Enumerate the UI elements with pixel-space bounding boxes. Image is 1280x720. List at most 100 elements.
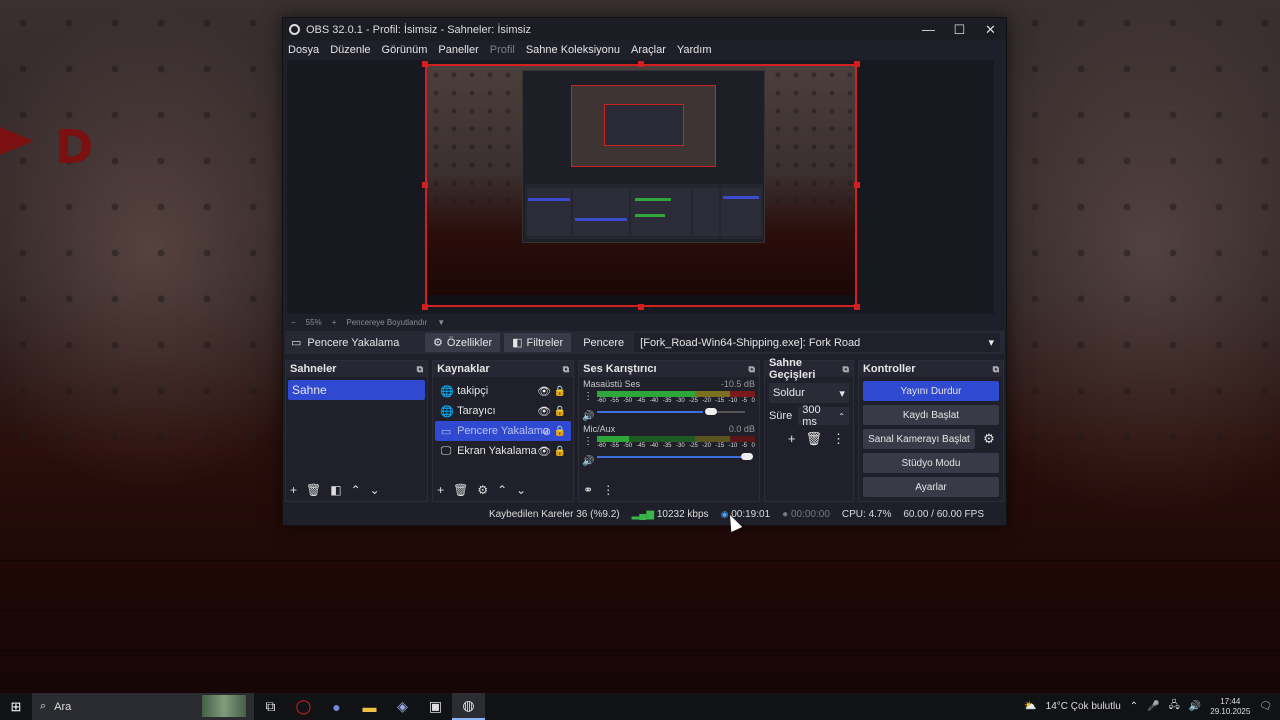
undock-icon[interactable]: ⧉ [417, 364, 423, 375]
add-icon[interactable]: + [437, 483, 444, 497]
chevron-down-icon[interactable]: ▼ [437, 318, 445, 327]
chevron-up-icon[interactable]: ⌃ [351, 483, 361, 497]
transition-select[interactable]: Soldur ▾ [768, 383, 849, 403]
task-view-icon[interactable]: ⧉ [254, 693, 287, 720]
discord-icon[interactable]: ● [320, 693, 353, 720]
eye-icon[interactable]: 👁 [537, 405, 551, 418]
docks-row: Sahneler ⧉ Sahne + 🗑 ◧ ⌃ ⌄ Kaynaklar ⧉ � [285, 357, 1004, 502]
resize-handle[interactable] [854, 61, 860, 67]
link-icon[interactable]: ⚭ [583, 483, 593, 497]
kebab-menu-icon[interactable]: ⋮ [583, 391, 593, 402]
kebab-menu-icon[interactable]: ⋮ [583, 436, 593, 447]
filter-icon: ◧ [512, 337, 523, 349]
stop-stream-button[interactable]: Yayını Durdur [862, 381, 999, 401]
resize-handle[interactable] [422, 61, 428, 67]
game-app-icon[interactable]: ▣ [419, 693, 452, 720]
kebab-menu-icon[interactable]: ⋮ [602, 483, 614, 497]
duration-spinbox[interactable]: 300 ms ⌃ [798, 404, 849, 428]
steam-icon[interactable]: ◈ [386, 693, 419, 720]
spin-arrows-icon[interactable]: ⌃ [838, 412, 845, 421]
speaker-icon[interactable]: 🔊 [582, 456, 594, 467]
opera-icon[interactable]: ◯ [287, 693, 320, 720]
menu-profil[interactable]: Profil [490, 44, 515, 56]
resize-handle[interactable] [422, 182, 428, 188]
weather-text[interactable]: 14°C Çok bulutlu [1046, 701, 1121, 712]
zoom-in-button[interactable]: + [332, 318, 337, 327]
microphone-icon[interactable]: 🎤 [1147, 701, 1159, 712]
meter-ticks: -60 -55 -50 -45 -40 -35 -30 -25 -20 -15 -10 -5 0 [597, 443, 755, 449]
zoom-out-button[interactable]: − [291, 318, 296, 327]
source-item[interactable]: 🌐 Tarayıcı 👁 🔒 [435, 401, 571, 421]
chevron-up-icon[interactable]: ⌃ [1130, 701, 1138, 712]
network-icon[interactable]: 🖧 [1169, 698, 1180, 715]
taskbar-search[interactable]: ⌕ Ara [32, 693, 254, 720]
globe-icon: 🌐 [440, 405, 454, 418]
lock-icon[interactable]: 🔒 [554, 406, 566, 417]
filter-icon[interactable]: ◧ [330, 483, 341, 497]
resize-handle[interactable] [422, 304, 428, 310]
virtual-cam-button[interactable]: Sanal Kamerayı Başlat [862, 429, 975, 449]
lock-icon[interactable]: 🔒 [554, 446, 566, 457]
chevron-up-icon[interactable]: ⌃ [497, 483, 507, 497]
preview-area[interactable] [287, 60, 994, 314]
source-item[interactable]: 🖵 Ekran Yakalama 👁 🔒 [435, 441, 571, 461]
resize-handle[interactable] [854, 182, 860, 188]
menu-yardim[interactable]: Yardım [677, 44, 712, 56]
undock-icon[interactable]: ⧉ [563, 364, 569, 375]
volume-slider[interactable] [597, 406, 755, 418]
eye-slash-icon[interactable]: ⊘ [542, 425, 551, 438]
menu-dosya[interactable]: Dosya [288, 44, 319, 56]
eye-icon[interactable]: 👁 [537, 385, 551, 398]
close-button[interactable]: ✕ [975, 18, 1006, 41]
resize-handle[interactable] [854, 304, 860, 310]
kebab-menu-icon[interactable]: ⋮ [832, 431, 845, 447]
chevron-down-icon[interactable]: ⌄ [516, 483, 526, 497]
gear-icon[interactable]: ⚙ [979, 431, 999, 447]
context-source: ▭ Pencere Yakalama [285, 336, 425, 350]
undock-icon[interactable]: ⧉ [993, 364, 999, 375]
resize-handle[interactable] [638, 61, 644, 67]
start-record-button[interactable]: Kaydı Başlat [862, 405, 999, 425]
menu-duzenle[interactable]: Düzenle [330, 44, 370, 56]
gear-icon[interactable]: ⚙ [477, 483, 488, 497]
file-explorer-icon[interactable]: ▬ [353, 693, 386, 720]
properties-button[interactable]: ⚙ Özellikler [425, 333, 501, 352]
eye-icon[interactable]: 👁 [537, 445, 551, 458]
volume-icon[interactable]: 🔊 [1189, 701, 1201, 712]
lock-icon[interactable]: 🔒 [554, 386, 566, 397]
source-item[interactable]: 🌐 takipçi 👁 🔒 [435, 381, 571, 401]
speaker-icon[interactable]: 🔊 [582, 411, 594, 422]
duration-value: 300 ms [802, 404, 821, 428]
menu-paneller[interactable]: Paneller [438, 44, 478, 56]
window-select[interactable]: [Fork_Road-Win64-Shipping.exe]: Fork Roa… [634, 333, 1000, 352]
add-icon[interactable]: + [290, 483, 297, 497]
filters-button[interactable]: ◧ Filtreler [504, 333, 572, 352]
settings-button[interactable]: Ayarlar [862, 477, 999, 497]
trash-icon[interactable]: 🗑 [805, 431, 822, 447]
trash-icon[interactable]: 🗑 [453, 483, 468, 497]
notification-icon[interactable]: 🗨 [1259, 701, 1272, 712]
lock-icon[interactable]: 🔒 [554, 426, 566, 437]
filters-label: Filtreler [526, 336, 564, 349]
gear-icon: ⚙ [433, 337, 443, 349]
trash-icon[interactable]: 🗑 [306, 483, 321, 497]
volume-slider[interactable] [597, 451, 755, 463]
minimize-button[interactable]: — [913, 18, 944, 41]
fit-to-window-button[interactable]: Pencereye Boyutlandır [346, 318, 427, 327]
obs-taskbar-icon[interactable]: ◍ [452, 693, 485, 720]
undock-icon[interactable]: ⧉ [749, 364, 755, 375]
menu-araclar[interactable]: Araçlar [631, 44, 666, 56]
scene-item[interactable]: Sahne [288, 380, 426, 400]
resize-handle[interactable] [638, 304, 644, 310]
menu-sahne-koleksiyonu[interactable]: Sahne Koleksiyonu [526, 44, 620, 56]
chevron-down-icon[interactable]: ⌄ [370, 483, 380, 497]
preview-canvas[interactable] [425, 64, 857, 307]
menu-gorunum[interactable]: Görünüm [382, 44, 428, 56]
add-icon[interactable]: + [788, 431, 796, 447]
windows-start-button[interactable]: ⊞ [0, 693, 32, 720]
undock-icon[interactable]: ⧉ [843, 364, 849, 375]
source-item[interactable]: ▭ Pencere Yakalama ⊘ 🔒 [435, 421, 572, 441]
studio-mode-button[interactable]: Stüdyo Modu [862, 453, 999, 473]
maximize-button[interactable]: ☐ [944, 18, 975, 41]
clock[interactable]: 17:44 29.10.2025 [1210, 697, 1250, 717]
